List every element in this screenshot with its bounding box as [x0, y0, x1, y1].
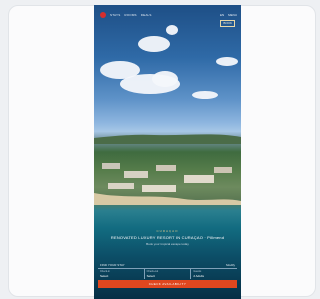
cloud [192, 91, 218, 99]
language-switch[interactable]: EN [220, 13, 224, 17]
book-chip[interactable]: BOOK [220, 20, 235, 27]
field-value: Select [100, 274, 109, 278]
check-availability-button[interactable]: CHECK AVAILABILITY [98, 280, 237, 288]
hero-subline: Book your tropical escape today [146, 242, 189, 246]
hero-text-block: CURAÇAO RENOVATED LUXURY RESORT IN CURAÇ… [94, 229, 241, 246]
cloud [138, 36, 170, 52]
brand-logo[interactable] [100, 12, 106, 18]
booking-title: FIND YOUR STAY [100, 263, 125, 267]
hero-eyebrow: CURAÇAO [156, 229, 179, 233]
distant-hills [94, 134, 241, 144]
booking-widget: FIND YOUR STAY Modify Check-in Select Ch… [98, 263, 237, 293]
nav-link-stays[interactable]: STAYS [110, 13, 120, 17]
booking-modify-link[interactable]: Modify [226, 263, 235, 267]
cloud [152, 71, 178, 87]
field-label: Check-in [100, 270, 110, 273]
guests-field[interactable]: Guests 2 Adults [191, 269, 237, 279]
beach-shoreline [94, 193, 241, 205]
field-label: Check-out [146, 270, 159, 273]
nav-link-rooms[interactable]: ROOMS [124, 13, 136, 17]
cloud [216, 57, 238, 66]
cloud [166, 25, 178, 35]
nav-link-deals[interactable]: DEALS [141, 13, 152, 17]
field-value: 2 Adults [193, 274, 205, 278]
field-label: Guests [193, 270, 202, 273]
menu-button[interactable]: MENU [228, 13, 237, 17]
field-value: Select [146, 274, 156, 278]
top-navigation: STAYS ROOMS DEALS EN MENU BOOK [94, 5, 241, 27]
mobile-page-preview: STAYS ROOMS DEALS EN MENU BOOK CURAÇAO R… [94, 5, 241, 299]
checkout-field[interactable]: Check-out Select [145, 269, 192, 279]
hero-headline: RENOVATED LUXURY RESORT IN CURAÇAO · Pil… [110, 235, 225, 240]
checkin-field[interactable]: Check-in Select [98, 269, 145, 279]
